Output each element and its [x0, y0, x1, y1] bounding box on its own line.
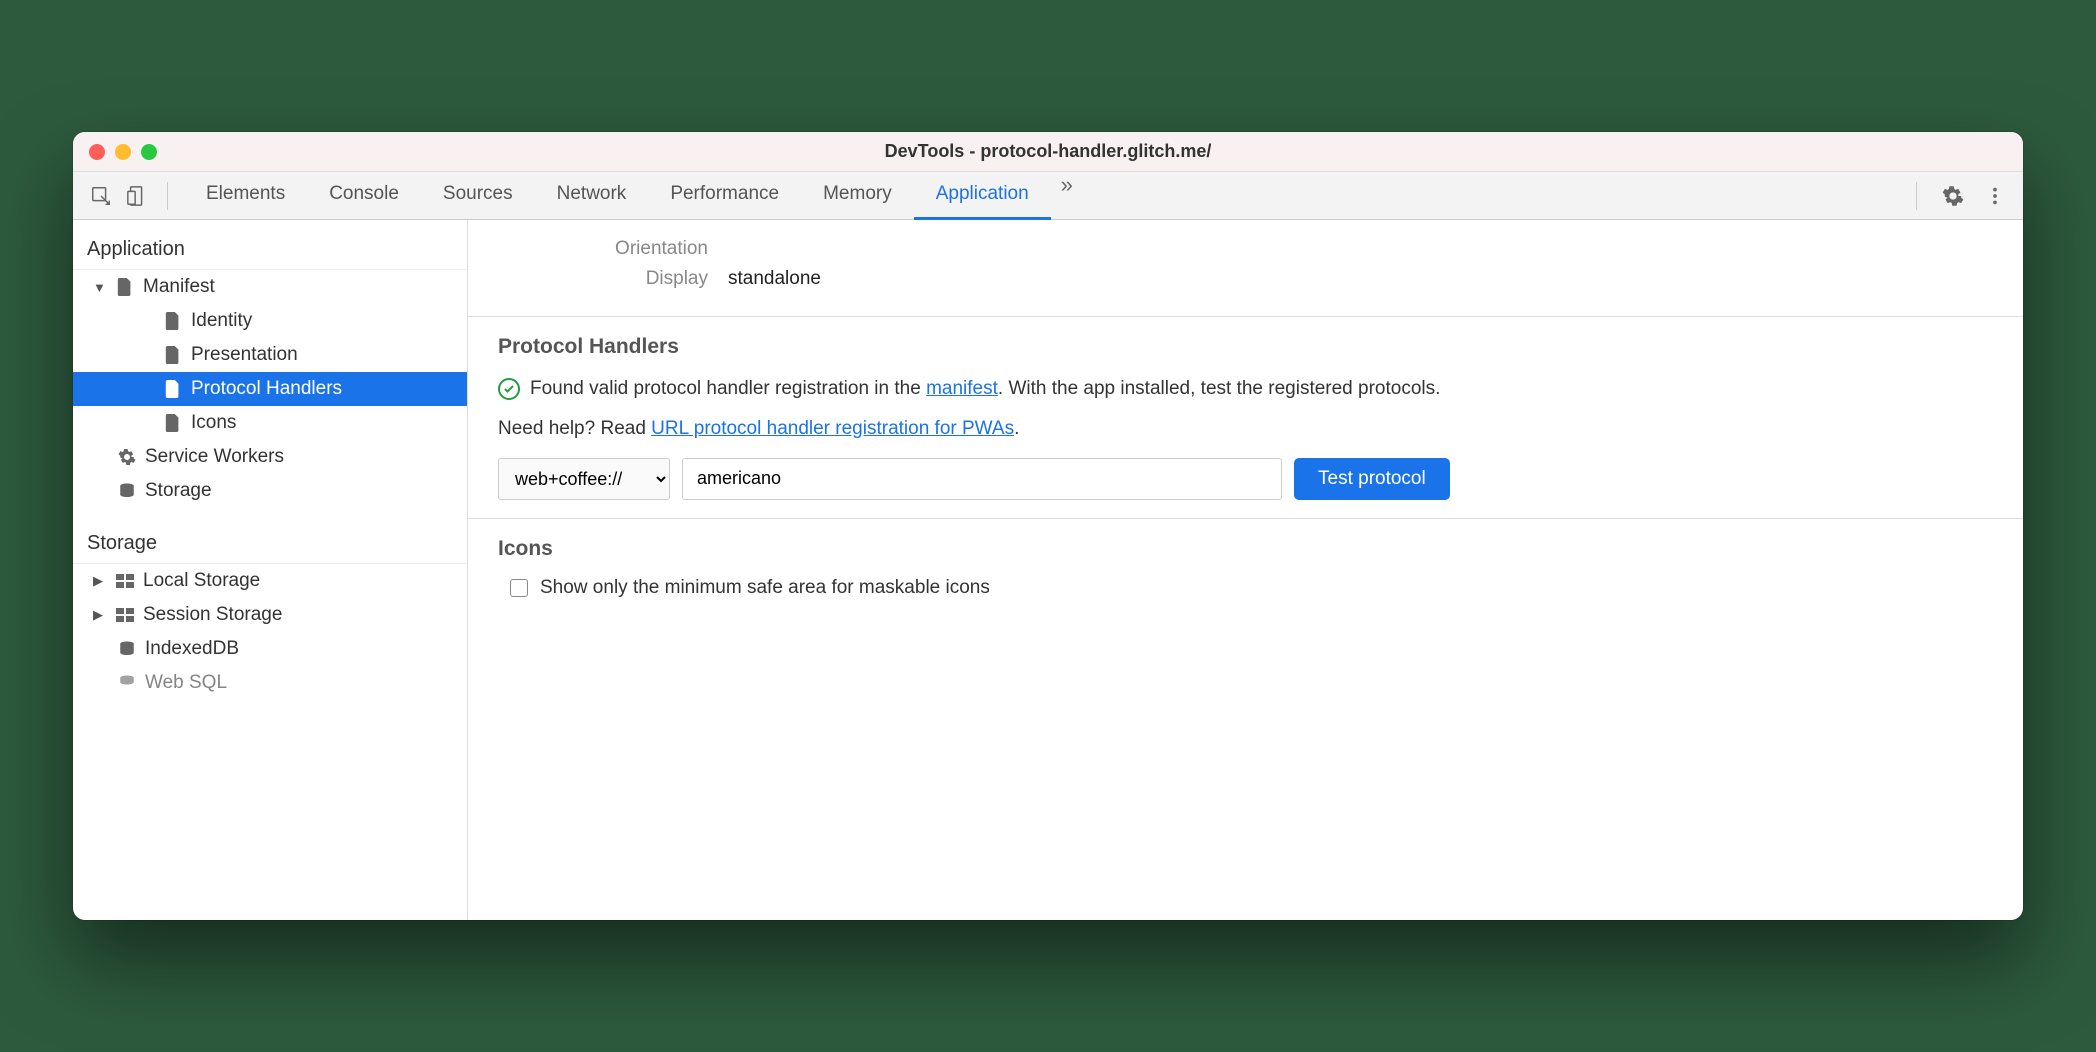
- section-title-icons: Icons: [498, 537, 1993, 561]
- tab-network[interactable]: Network: [535, 172, 649, 220]
- window-title: DevTools - protocol-handler.glitch.me/: [73, 141, 2023, 162]
- file-icon: [163, 379, 183, 399]
- sidebar-item-label: Service Workers: [145, 446, 284, 468]
- check-circle-icon: [498, 378, 520, 400]
- sidebar-item-icons[interactable]: Icons: [73, 406, 467, 440]
- sidebar-item-label: Storage: [145, 480, 212, 502]
- tab-sources[interactable]: Sources: [421, 172, 535, 220]
- orientation-label: Orientation: [498, 238, 708, 260]
- sidebar-item-service-workers[interactable]: Service Workers: [73, 440, 467, 474]
- separator: [167, 182, 168, 210]
- titlebar: DevTools - protocol-handler.glitch.me/: [73, 132, 2023, 172]
- icons-section: Icons Show only the minimum safe area fo…: [468, 519, 2023, 617]
- sidebar-item-label: Session Storage: [143, 604, 282, 626]
- sidebar-item-presentation[interactable]: Presentation: [73, 338, 467, 372]
- sidebar-item-manifest[interactable]: ▼ Manifest: [73, 270, 467, 304]
- test-protocol-button[interactable]: Test protocol: [1294, 458, 1450, 500]
- tab-application[interactable]: Application: [914, 172, 1051, 220]
- tab-list: Elements Console Sources Network Perform…: [184, 172, 1900, 220]
- sidebar-item-label: Icons: [191, 412, 236, 434]
- sidebar-item-label: Local Storage: [143, 570, 260, 592]
- tab-console[interactable]: Console: [307, 172, 421, 220]
- sidebar-item-label: Manifest: [143, 276, 215, 298]
- maskable-checkbox-row[interactable]: Show only the minimum safe area for mask…: [498, 577, 1993, 599]
- device-toggle-icon[interactable]: [123, 182, 151, 210]
- tab-performance[interactable]: Performance: [648, 172, 801, 220]
- sidebar-item-label: Identity: [191, 310, 252, 332]
- content-area: Application ▼ Manifest Identity Presenta…: [73, 220, 2023, 920]
- sidebar-group-application: Application: [73, 230, 467, 270]
- main-panel: Orientation Display standalone Protocol …: [468, 220, 2023, 920]
- checkbox-icon[interactable]: [510, 579, 528, 597]
- help-text-post: .: [1014, 418, 1019, 439]
- sidebar-item-storage[interactable]: Storage: [73, 474, 467, 508]
- sidebar-item-label: Presentation: [191, 344, 298, 366]
- display-label: Display: [498, 268, 708, 290]
- file-icon: [163, 413, 183, 433]
- manifest-display-section: Orientation Display standalone: [468, 220, 2023, 317]
- tab-elements[interactable]: Elements: [184, 172, 307, 220]
- chevron-down-icon: ▼: [93, 280, 107, 295]
- display-value: standalone: [728, 268, 821, 290]
- database-icon: [117, 639, 137, 659]
- database-icon: [117, 673, 137, 693]
- status-text-post: . With the app installed, test the regis…: [998, 378, 1441, 399]
- sidebar-item-protocol-handlers[interactable]: Protocol Handlers: [73, 372, 467, 406]
- protocol-input[interactable]: [682, 458, 1282, 500]
- overflow-tabs-button[interactable]: »: [1051, 172, 1083, 220]
- chevron-right-icon: ▶: [93, 607, 107, 623]
- gear-icon: [117, 447, 137, 467]
- file-icon: [115, 277, 135, 297]
- devtools-window: DevTools - protocol-handler.glitch.me/ E…: [73, 132, 2023, 920]
- toolbar: Elements Console Sources Network Perform…: [73, 172, 2023, 220]
- file-icon: [163, 311, 183, 331]
- help-link[interactable]: URL protocol handler registration for PW…: [651, 418, 1014, 439]
- kebab-menu-icon[interactable]: [1981, 182, 2009, 210]
- sidebar-item-local-storage[interactable]: ▶ Local Storage: [73, 564, 467, 598]
- sidebar-item-label: IndexedDB: [145, 638, 239, 660]
- section-title-protocol-handlers: Protocol Handlers: [498, 335, 1993, 359]
- status-text-pre: Found valid protocol handler registratio…: [530, 378, 926, 399]
- protocol-select[interactable]: web+coffee://: [498, 458, 670, 500]
- sidebar-item-label: Protocol Handlers: [191, 378, 342, 400]
- protocol-test-row: web+coffee:// Test protocol: [498, 458, 1993, 500]
- sidebar: Application ▼ Manifest Identity Presenta…: [73, 220, 468, 920]
- file-icon: [163, 345, 183, 365]
- database-icon: [117, 481, 137, 501]
- sidebar-item-session-storage[interactable]: ▶ Session Storage: [73, 598, 467, 632]
- inspect-icon[interactable]: [87, 182, 115, 210]
- chevron-right-icon: ▶: [93, 573, 107, 589]
- help-text-pre: Need help? Read: [498, 418, 651, 439]
- protocol-handlers-section: Protocol Handlers Found valid protocol h…: [468, 317, 2023, 519]
- grid-icon: [115, 571, 135, 591]
- gear-icon[interactable]: [1939, 182, 1967, 210]
- grid-icon: [115, 605, 135, 625]
- sidebar-item-web-sql[interactable]: Web SQL: [73, 666, 467, 700]
- sidebar-item-label: Web SQL: [145, 672, 227, 694]
- tab-memory[interactable]: Memory: [801, 172, 914, 220]
- sidebar-item-indexeddb[interactable]: IndexedDB: [73, 632, 467, 666]
- manifest-link[interactable]: manifest: [926, 378, 998, 399]
- sidebar-item-identity[interactable]: Identity: [73, 304, 467, 338]
- status-message: Found valid protocol handler registratio…: [498, 375, 1993, 404]
- sidebar-group-storage: Storage: [73, 524, 467, 564]
- help-message: Need help? Read URL protocol handler reg…: [498, 418, 1993, 440]
- separator: [1916, 182, 1917, 210]
- checkbox-label: Show only the minimum safe area for mask…: [540, 577, 990, 599]
